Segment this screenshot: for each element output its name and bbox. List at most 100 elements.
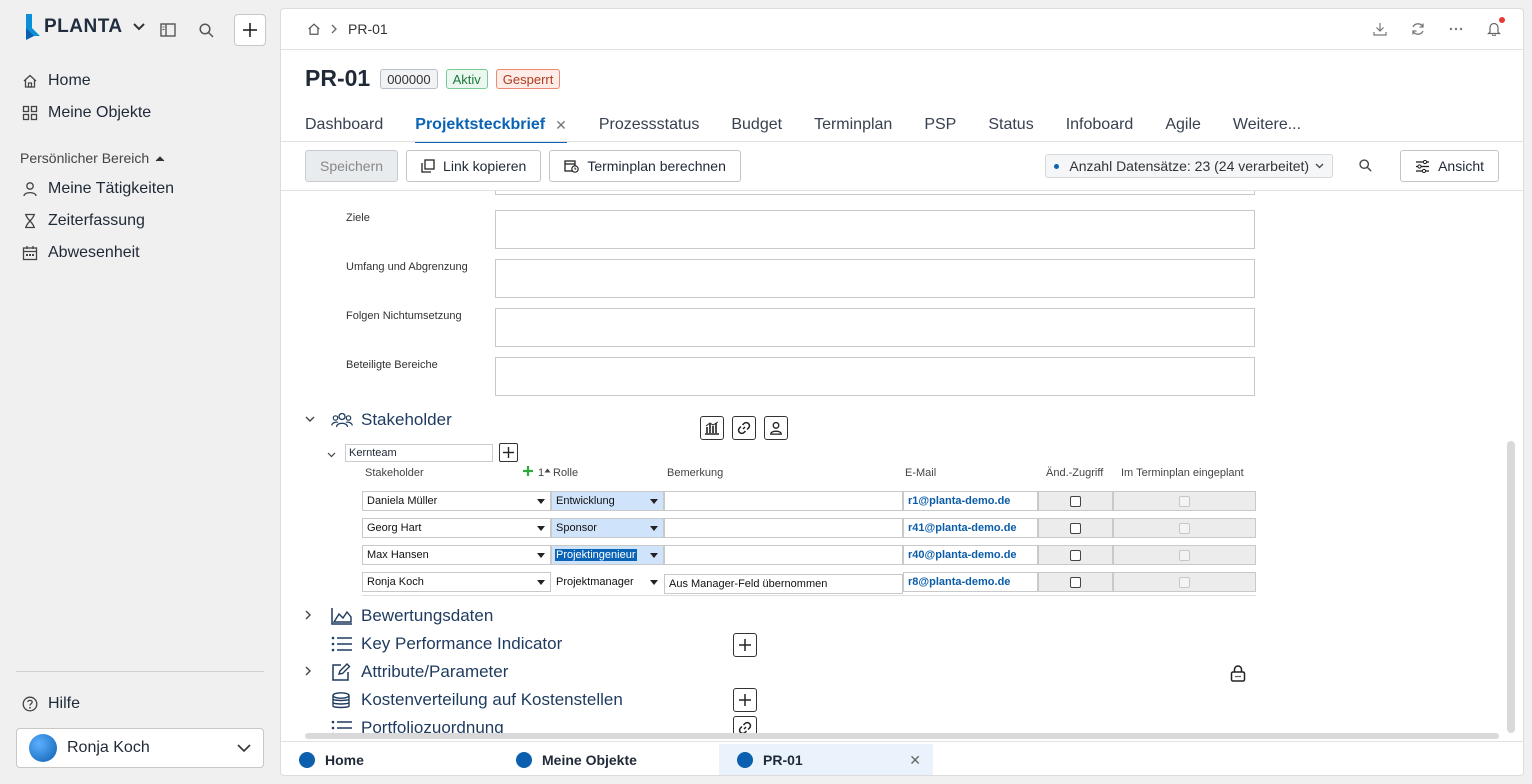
sidebar-item-meine-taetigkeiten[interactable]: Meine Tätigkeiten <box>22 180 174 198</box>
record-count-select[interactable]: Anzahl Datensätze: 23 (24 verarbeitet) <box>1045 154 1334 178</box>
remark-field[interactable] <box>664 545 903 565</box>
column-header-terminplan[interactable]: Im Terminplan eingeplant <box>1121 467 1244 479</box>
close-icon[interactable]: ✕ <box>555 117 567 134</box>
sidebar-item-hilfe[interactable]: Hilfe <box>22 695 80 713</box>
add-kostenverteilung-button[interactable] <box>733 688 757 712</box>
email-field[interactable]: r41@planta-demo.de <box>903 518 1038 538</box>
sort-indicator[interactable]: 1 <box>538 467 551 479</box>
vertical-scrollbar[interactable] <box>1507 441 1515 733</box>
folgen-field[interactable] <box>495 308 1255 347</box>
section-title: Kostenverteilung auf Kostenstellen <box>361 690 623 709</box>
search-icon[interactable] <box>196 20 216 40</box>
stakeholder-section-header[interactable]: Stakeholder <box>305 410 452 430</box>
umfang-field[interactable] <box>495 259 1255 298</box>
sidebar-item-zeiterfassung[interactable]: Zeiterfassung <box>22 212 145 230</box>
tab-projektsteckbrief[interactable]: Projektsteckbrief ✕ <box>415 111 567 143</box>
chevron-down-icon[interactable] <box>305 414 331 426</box>
tab-label: Projektsteckbrief <box>415 116 546 133</box>
access-checkbox[interactable] <box>1070 577 1081 588</box>
notifications-button[interactable] <box>1487 17 1505 37</box>
add-kpi-button[interactable] <box>733 633 757 657</box>
stakeholder-select[interactable]: Georg Hart <box>362 518 551 538</box>
bereiche-field[interactable] <box>495 357 1255 396</box>
app-name: PLANTA <box>44 16 123 37</box>
text-field-previous[interactable] <box>495 191 1255 195</box>
remark-field[interactable] <box>664 518 903 538</box>
kostenverteilung-section-header[interactable]: Kostenverteilung auf Kostenstellen <box>305 690 623 710</box>
save-button[interactable]: Speichern <box>305 150 399 182</box>
person-button[interactable] <box>764 416 788 440</box>
access-checkbox[interactable] <box>1070 550 1081 561</box>
tab-status[interactable]: Status <box>988 111 1033 139</box>
bewertungsdaten-section-header[interactable]: Bewertungsdaten <box>305 606 493 626</box>
tab-prozessstatus[interactable]: Prozessstatus <box>599 111 699 139</box>
group-name-field[interactable]: Kernteam <box>345 443 493 462</box>
sidebar-item-label: Meine Tätigkeiten <box>48 180 174 197</box>
email-field[interactable]: r40@planta-demo.de <box>903 545 1038 565</box>
tab-weitere[interactable]: Weitere... <box>1233 111 1301 139</box>
hourglass-icon <box>25 213 35 229</box>
column-header-bemerkung[interactable]: Bemerkung <box>667 467 723 479</box>
remark-field[interactable] <box>664 491 903 511</box>
remark-field[interactable]: Aus Manager-Feld übernommen <box>664 574 903 594</box>
status-dot <box>1054 163 1060 169</box>
column-header-rolle[interactable]: Rolle <box>553 467 578 479</box>
user-menu[interactable]: Ronja Koch <box>16 728 264 768</box>
table-row: Ronja Koch Projektmanager Aus Manager-Fe… <box>362 572 1256 594</box>
copy-link-button[interactable]: Link kopieren <box>406 150 542 182</box>
attribute-section-header[interactable]: Attribute/Parameter <box>305 662 508 682</box>
column-header-email[interactable]: E-Mail <box>905 467 936 479</box>
create-button[interactable] <box>234 14 266 46</box>
chart-button[interactable] <box>700 416 724 440</box>
access-checkbox[interactable] <box>1070 523 1081 534</box>
sidebar-item-meine-objekte[interactable]: Meine Objekte <box>22 104 151 122</box>
sidebar-item-abwesenheit[interactable]: Abwesenheit <box>22 244 140 262</box>
email-field[interactable]: r8@planta-demo.de <box>903 572 1038 592</box>
chevron-right-icon[interactable] <box>305 666 331 679</box>
role-select[interactable]: Projektmanager <box>551 572 664 592</box>
refresh-icon[interactable] <box>1411 22 1425 36</box>
tab-dashboard[interactable]: Dashboard <box>305 111 383 139</box>
chevron-right-icon[interactable] <box>305 610 331 623</box>
tab-psp[interactable]: PSP <box>924 111 956 139</box>
tab-agile[interactable]: Agile <box>1165 111 1201 139</box>
tab-label: Weitere... <box>1232 116 1302 133</box>
calc-schedule-button[interactable]: Terminplan berechnen <box>549 150 741 182</box>
add-stakeholder-button[interactable] <box>499 443 518 462</box>
bottom-tab-pr01[interactable]: PR-01 ✕ <box>719 744 933 775</box>
bottom-tab-home[interactable]: Home <box>281 744 499 775</box>
ziele-field[interactable] <box>495 210 1255 249</box>
view-button[interactable]: Ansicht <box>1400 150 1499 182</box>
horizontal-scrollbar[interactable] <box>305 733 1499 739</box>
breadcrumb-item[interactable]: PR-01 <box>348 21 388 37</box>
close-icon[interactable]: ✕ <box>909 752 921 769</box>
tab-terminplan[interactable]: Terminplan <box>814 111 892 139</box>
more-icon[interactable] <box>1449 27 1463 31</box>
chevron-down-icon[interactable] <box>132 20 145 34</box>
tab-infoboard[interactable]: Infoboard <box>1066 111 1134 139</box>
bottom-tab-meine-objekte[interactable]: Meine Objekte <box>498 744 718 775</box>
download-icon[interactable] <box>1373 22 1387 36</box>
role-select[interactable]: Entwicklung <box>551 491 664 511</box>
schedule-checkbox <box>1179 550 1190 561</box>
tab-budget[interactable]: Budget <box>731 111 782 139</box>
add-row-icon[interactable] <box>522 465 534 480</box>
link-button[interactable] <box>732 416 756 440</box>
search-icon[interactable] <box>1359 157 1372 176</box>
stakeholder-select[interactable]: Daniela Müller <box>362 491 551 511</box>
stakeholder-select[interactable]: Max Hansen <box>362 545 551 565</box>
app-logo[interactable]: PLANTA <box>24 14 145 40</box>
schedule-cell <box>1113 572 1256 592</box>
role-select[interactable]: Sponsor <box>551 518 664 538</box>
role-select[interactable]: Projektingenieur <box>551 545 664 565</box>
sidebar-item-home[interactable]: Home <box>22 72 91 90</box>
kpi-section-header[interactable]: Key Performance Indicator <box>305 634 562 654</box>
home-icon[interactable] <box>307 22 321 36</box>
email-field[interactable]: r1@planta-demo.de <box>903 491 1038 511</box>
stakeholder-select[interactable]: Ronja Koch <box>362 572 551 592</box>
column-header-zugriff[interactable]: Änd.-Zugriff <box>1046 467 1103 479</box>
sidebar-toggle-icon[interactable] <box>158 20 178 40</box>
personal-section-toggle[interactable]: Persönlicher Bereich <box>20 150 165 166</box>
access-checkbox[interactable] <box>1070 496 1081 507</box>
chevron-down-icon[interactable] <box>327 443 339 462</box>
